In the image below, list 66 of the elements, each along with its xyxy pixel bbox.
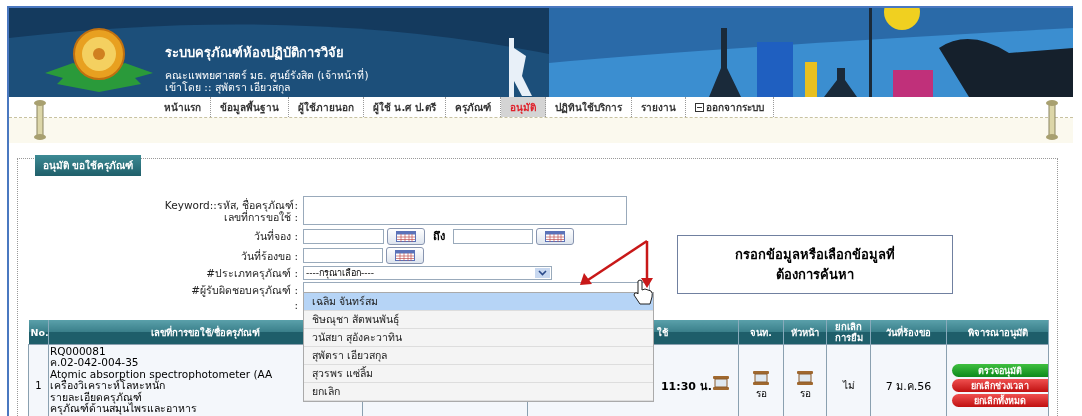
date-field[interactable]	[303, 248, 383, 263]
column-header: วันที่ร้องขอ	[870, 320, 947, 345]
scroll-icon	[1045, 100, 1059, 140]
dropdown-option[interactable]: วนัสยา สุอังคะวาทิน	[304, 329, 653, 347]
menu-item[interactable]: ผู้ใช้ น.ศ ป.ตรี	[364, 97, 446, 117]
action-button[interactable]: ยกเลิกช่วงเวลา	[952, 379, 1048, 392]
calendar-icon	[396, 230, 416, 242]
scroll-icon	[33, 100, 47, 140]
menu-item[interactable]: ครุภัณฑ์	[445, 97, 501, 117]
chevron-down-icon	[538, 270, 547, 276]
exit-icon	[694, 102, 704, 112]
column-header: No.	[28, 320, 49, 345]
table-cell: ค.02-042-004-35	[49, 357, 139, 369]
field-label: #ประเภทครุภัณฑ์ :	[206, 267, 298, 279]
hourglass-icon	[712, 376, 730, 390]
action-button[interactable]: ยกเลิกทั้งหมด	[952, 394, 1048, 407]
input-field[interactable]	[303, 196, 627, 225]
table-cell: 1	[28, 344, 49, 416]
dropdown-option[interactable]: สุวรพร แซ่ลิ้ม	[304, 365, 653, 383]
field-label: #ผู้รับผิดชอบครุภัณฑ์ :	[191, 283, 298, 296]
date-field[interactable]	[453, 228, 533, 244]
field-label: เลขที่การขอใช้ :	[224, 210, 298, 223]
hourglass-icon	[752, 370, 770, 385]
table-cell-text: Atomic absorption spectrophotometer (AA	[49, 368, 273, 380]
dropdown-option[interactable]: ยกเลิก	[304, 383, 653, 401]
hourglass-icon	[796, 370, 814, 385]
table-cell: ครุภัณฑ์ด้านสมุนไพรและอาหาร	[49, 403, 197, 415]
dropdown-option[interactable]: เฉลิม จันทร์สม	[304, 293, 653, 311]
table-cell: เครื่องวิเคราะห์โลหะหนัก	[49, 380, 165, 392]
field-label: Keyword::รหัส, ชื่อครุภัณฑ์:	[164, 198, 298, 211]
range-separator: ถึง	[433, 229, 445, 245]
faculty-subtitle: คณะแพทยศาสตร์ มธ. ศูนย์รังสิต (เจ้าหน้าที่)	[165, 69, 369, 81]
table-cell: รายละเอียดครุภัณฑ์	[49, 391, 142, 404]
calendar-button[interactable]	[386, 247, 424, 264]
field-label: วันที่จอง :	[254, 230, 298, 242]
calendar-button[interactable]	[536, 227, 574, 245]
calendar-button[interactable]	[387, 227, 425, 245]
dropdown-option[interactable]: สุพัตรา เอียวสกุล	[304, 347, 653, 365]
table-cell: RQ000081	[49, 346, 106, 358]
menu-item[interactable]: ออกจากระบบ	[685, 97, 774, 117]
table-cell: 11:30 น.	[660, 380, 712, 393]
app-title: ระบบครุภัณฑ์ห้องปฏิบัติการวิจัย	[165, 44, 345, 63]
column-header: จนท.	[738, 320, 784, 345]
emblem-icon	[43, 28, 155, 92]
column-header: หัวหน้า	[783, 320, 827, 345]
menu-item[interactable]: หน้าแรก	[155, 97, 211, 117]
menu-item[interactable]: รายงาน	[631, 97, 686, 117]
column-header: ยกเลิก การยืม	[826, 320, 871, 345]
status-text: รอ	[755, 386, 767, 401]
date-field[interactable]	[303, 228, 384, 244]
column-header: พิจารณาอนุมัติ	[946, 320, 1049, 345]
table-cell: ไม่	[842, 380, 855, 391]
field-label: :	[294, 299, 298, 311]
login-info: เข้าโดย :: สุพัตรา เอียวสกุล	[165, 81, 291, 93]
select-field[interactable]: ----กรุณาเลือก----	[303, 266, 552, 280]
dropdown-option[interactable]: ชิษณุชา สัตพนพันธุ์	[304, 311, 653, 329]
hint-callout: กรอกข้อมูลหรือเลือกข้อมูลที่ต้องการค้นหา	[677, 235, 953, 294]
status-text: รอ	[799, 386, 811, 401]
calendar-icon	[545, 230, 565, 242]
panel-title: อนุมัติ ขอใช้ครุภัณฑ์	[35, 155, 142, 176]
menu-item[interactable]: ข้อมูลพื้นฐาน	[211, 97, 289, 117]
menu-item[interactable]: ปฏิทินใช้บริการ	[545, 97, 632, 117]
field-label: วันที่ร้องขอ :	[241, 249, 298, 262]
table-cell: 7 ม.ค.56	[885, 379, 932, 393]
menu-item[interactable]: ผู้ใช้ภายนอก	[289, 97, 364, 117]
calendar-icon	[395, 250, 415, 261]
